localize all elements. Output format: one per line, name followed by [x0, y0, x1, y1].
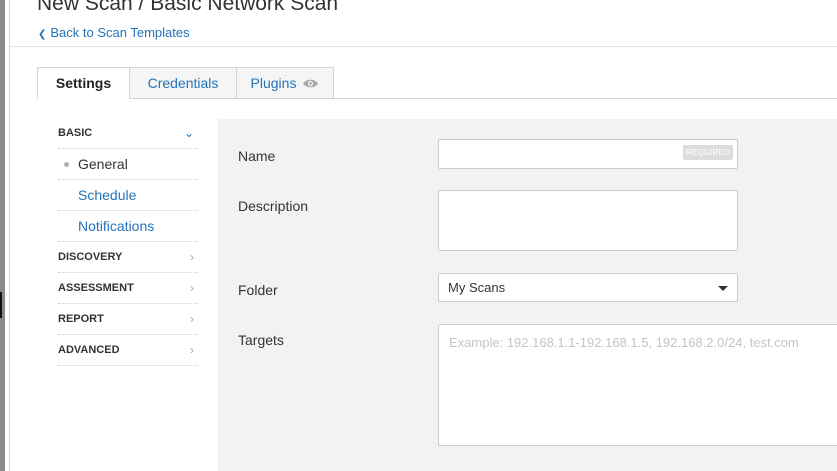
nav-section-label: BASIC	[58, 127, 93, 139]
chevron-right-icon: ›	[190, 343, 194, 357]
folder-select-value: My Scans	[448, 280, 506, 295]
sidebar-item-label: Schedule	[78, 187, 137, 203]
resize-handle[interactable]	[0, 292, 2, 318]
tab-settings[interactable]: Settings	[37, 67, 130, 99]
folder-select[interactable]: My Scans	[438, 273, 738, 302]
nav-section-assessment[interactable]: ASSESSMENT ›	[58, 273, 198, 304]
required-badge: REQUIRED	[683, 145, 733, 160]
nav-section-discovery[interactable]: DISCOVERY ›	[58, 242, 198, 273]
nav-section-advanced[interactable]: ADVANCED ›	[58, 335, 198, 366]
nav-section-label: ASSESSMENT	[58, 282, 134, 294]
chevron-right-icon: ›	[190, 250, 194, 264]
tab-label: Credentials	[147, 75, 219, 91]
name-label: Name	[238, 148, 276, 164]
caret-down-icon	[718, 286, 728, 291]
name-field[interactable]: REQUIRED	[438, 139, 738, 169]
nav-section-label: ADVANCED	[58, 344, 120, 356]
page-title: New Scan / Basic Network Scan	[37, 0, 339, 15]
sidebar-item-notifications[interactable]: Notifications	[58, 211, 198, 242]
sidebar-item-general[interactable]: General	[58, 149, 198, 180]
chevron-right-icon: ›	[190, 312, 194, 326]
sidebar-item-schedule[interactable]: Schedule	[58, 180, 198, 211]
tab-plugins[interactable]: Plugins	[236, 67, 334, 99]
active-indicator-icon	[64, 162, 69, 167]
nav-section-basic[interactable]: BASIC ⌄	[58, 118, 198, 149]
tab-credentials[interactable]: Credentials	[129, 67, 237, 99]
description-field[interactable]	[438, 190, 738, 251]
nav-section-label: DISCOVERY	[58, 251, 123, 263]
nav-section-label: REPORT	[58, 313, 104, 325]
chevron-right-icon: ›	[190, 281, 194, 295]
description-label: Description	[238, 198, 309, 214]
window-edge-divider	[9, 0, 10, 471]
sidebar-item-label: General	[78, 156, 128, 172]
scan-settings-page: New Scan / Basic Network Scan ❮ Back to S…	[0, 0, 837, 471]
nav-section-report[interactable]: REPORT ›	[58, 304, 198, 335]
tab-label: Settings	[55, 75, 112, 91]
targets-field[interactable]: Example: 192.168.1.1-192.168.1.5, 192.16…	[438, 324, 837, 446]
eye-icon	[303, 79, 319, 87]
targets-label: Targets	[238, 332, 284, 348]
window-edge	[0, 0, 5, 471]
targets-placeholder: Example: 192.168.1.1-192.168.1.5, 192.16…	[449, 335, 799, 350]
back-link-label: Back to Scan Templates	[50, 25, 190, 40]
folder-label: Folder	[238, 282, 278, 298]
back-link[interactable]: ❮ Back to Scan Templates	[38, 25, 190, 40]
tab-label: Plugins	[250, 75, 297, 91]
header-divider	[10, 46, 837, 47]
chevron-down-icon: ⌄	[183, 126, 194, 140]
chevron-left-icon: ❮	[38, 29, 47, 40]
sidebar-item-label: Notifications	[78, 218, 155, 234]
